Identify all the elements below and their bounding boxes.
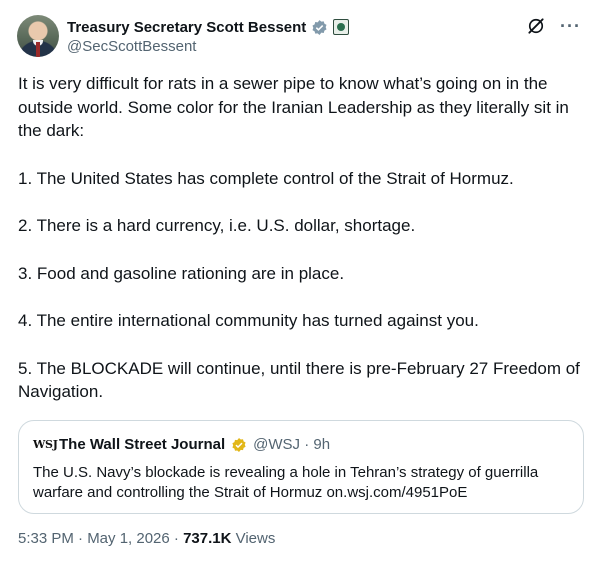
avatar-tie bbox=[36, 42, 40, 57]
avatar[interactable] bbox=[17, 15, 59, 57]
post-paragraph: It is very difficult for rats in a sewer… bbox=[18, 74, 569, 140]
post-list-item: 3. Food and gasoline rationing are in pl… bbox=[18, 263, 345, 283]
post-timestamp[interactable]: 5:33 PM · May 1, 2026 · bbox=[18, 530, 183, 547]
post-list-item: 5. The BLOCKADE will continue, until the… bbox=[18, 358, 580, 402]
quoted-post-text: The U.S. Navy’s blockade is revealing a … bbox=[33, 464, 539, 501]
post-text: It is very difficult for rats in a sewer… bbox=[18, 72, 584, 404]
gold-verified-badge-icon bbox=[231, 437, 247, 453]
verified-badge-icon[interactable] bbox=[311, 19, 328, 36]
wsj-logo: WSJ bbox=[33, 438, 58, 451]
quoted-handle-time: @WSJ · 9h bbox=[253, 436, 331, 453]
post-card: Treasury Secretary Scott Bessent @SecSco… bbox=[0, 0, 599, 561]
quoted-post-header: WSJ The Wall Street Journal @WSJ · 9h bbox=[33, 436, 330, 453]
government-seal-icon bbox=[333, 19, 350, 35]
views-label: Views bbox=[231, 530, 276, 547]
quoted-author-name: The Wall Street Journal bbox=[59, 436, 226, 453]
post-list-item: 2. There is a hard currency, i.e. U.S. d… bbox=[18, 216, 416, 235]
post-footer: 5:33 PM · May 1, 2026 · 737.1K Views bbox=[18, 530, 275, 547]
grok-icon[interactable] bbox=[526, 16, 546, 36]
views-count: 737.1K bbox=[183, 530, 232, 547]
quoted-post[interactable]: WSJ The Wall Street Journal @WSJ · 9h Th… bbox=[18, 420, 584, 514]
author-handle[interactable]: @SecScottBessent bbox=[67, 38, 196, 55]
author-display-name[interactable]: Treasury Secretary Scott Bessent bbox=[67, 19, 306, 36]
post-list-item: 4. The entire international community ha… bbox=[18, 311, 479, 330]
post-actions: ··· bbox=[526, 16, 581, 36]
more-options-icon[interactable]: ··· bbox=[560, 17, 581, 35]
author-name-row: Treasury Secretary Scott Bessent bbox=[67, 17, 350, 37]
post-list-item: 1. The United States has complete contro… bbox=[18, 168, 514, 188]
